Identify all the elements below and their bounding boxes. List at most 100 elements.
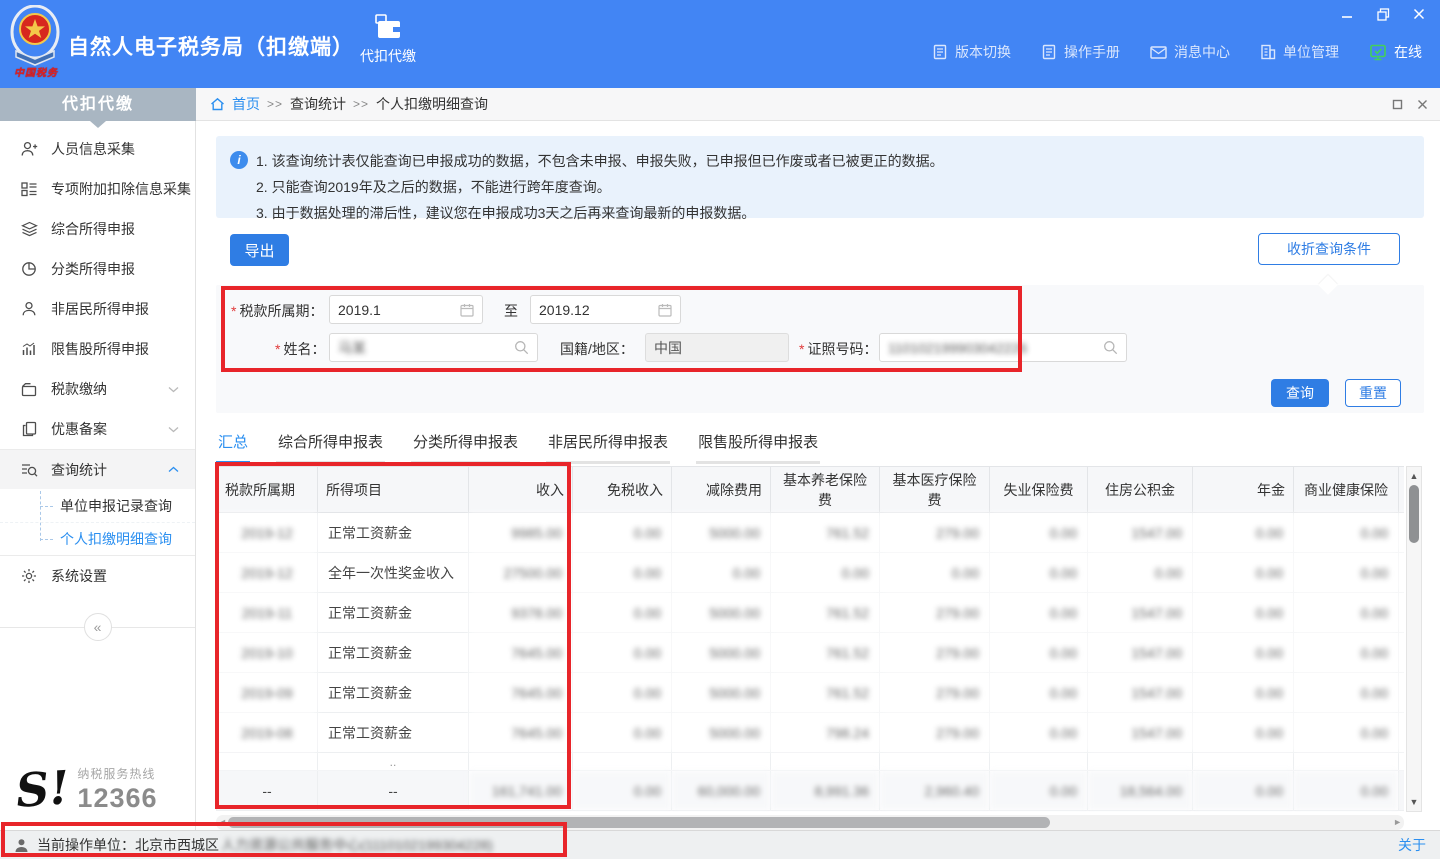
- vertical-scroll-thumb[interactable]: [1409, 485, 1419, 543]
- nationality-input: 中国: [645, 333, 789, 362]
- to-label: 至: [504, 301, 518, 321]
- table-row[interactable]: 2019-11 正常工资薪金 9378.00 0.00 5000.00 761.…: [217, 593, 1405, 633]
- menu-unit-management[interactable]: 单位管理: [1260, 42, 1339, 62]
- person-add-icon: [20, 141, 38, 157]
- table-row[interactable]: 2019-08 正常工资薪金 7645.00 0.00 5000.00 798.…: [217, 713, 1405, 753]
- table-row[interactable]: 2019-10 正常工资薪金 7645.00 0.00 5000.00 761.…: [217, 633, 1405, 673]
- horizontal-scroll-thumb[interactable]: [228, 817, 1050, 828]
- cell-unemployment: 0.00: [990, 633, 1088, 673]
- query-button[interactable]: 查询: [1271, 379, 1329, 407]
- cell-unemployment: 0.00: [990, 673, 1088, 713]
- cell-tax-period: 2019-12: [217, 553, 318, 593]
- online-status[interactable]: 在线: [1369, 42, 1422, 62]
- cell-health-insurance: 0.00: [1294, 513, 1399, 553]
- breadcrumb-level1: 查询统计: [290, 94, 346, 114]
- cell-medical: 279.00: [880, 673, 990, 713]
- tab-summary[interactable]: 汇总: [216, 431, 250, 464]
- nationality-label: 国籍/地区：: [560, 339, 634, 359]
- collapse-query-button[interactable]: 收折查询条件: [1258, 233, 1400, 265]
- table-row[interactable]: 2019-09 正常工资薪金 7645.00 0.00 5000.00 761.…: [217, 673, 1405, 713]
- col-tax-period: 税款所属期: [217, 467, 318, 513]
- notice-box: i 1. 该查询统计表仅能查询已申报成功的数据，不包含未申报、申报失败，已申报但…: [216, 136, 1424, 218]
- submenu-item-unit-declaration-query[interactable]: 单位申报记录查询: [0, 489, 195, 522]
- menu-message-center[interactable]: 消息中心: [1150, 42, 1230, 62]
- sidebar-nav: 人员信息采集 专项附加扣除信息采集 综合所得申报 分类所得申报 非居民所得申报 …: [0, 121, 196, 830]
- col-truncated: 税: [1399, 467, 1405, 513]
- ellipsis-row: ..: [217, 753, 1405, 771]
- sidebar-item-comprehensive-income[interactable]: 综合所得申报: [0, 209, 195, 249]
- hotline-logo: S! 纳税服务热线 12366: [16, 765, 158, 814]
- period-to-input[interactable]: 2019.12: [530, 295, 681, 324]
- cell-income: 27500.00: [469, 553, 573, 593]
- gear-icon: [20, 568, 38, 584]
- top-tab-withholding[interactable]: 代扣代缴: [346, 14, 430, 66]
- menu-manual[interactable]: 操作手册: [1041, 42, 1120, 62]
- sidebar-item-label: 专项附加扣除信息采集: [51, 179, 191, 199]
- export-button[interactable]: 导出: [230, 234, 289, 266]
- top-header: 中国税务 自然人电子税务局（扣缴端） 代扣代缴 版本切换 操作手册 消息中心: [0, 0, 1440, 88]
- submenu-item-label: 单位申报记录查询: [60, 496, 172, 516]
- cell-truncated: [1399, 713, 1405, 753]
- col-deduction: 减除费用: [672, 467, 771, 513]
- sidebar-item-system-settings[interactable]: 系统设置: [0, 556, 195, 596]
- tab-classified-income[interactable]: 分类所得申报表: [411, 431, 520, 464]
- sidebar-item-nonresident-income[interactable]: 非居民所得申报: [0, 289, 195, 329]
- sidebar-item-special-deduction[interactable]: 专项附加扣除信息采集: [0, 169, 195, 209]
- cell-unemployment: 0.00: [990, 513, 1088, 553]
- bar-chart-icon: [20, 341, 38, 357]
- minimize-button[interactable]: [1336, 4, 1358, 24]
- name-input[interactable]: 马某: [329, 333, 538, 362]
- cell-health-insurance: 0.00: [1294, 713, 1399, 753]
- horizontal-scrollbar[interactable]: ◄ ►: [216, 815, 1404, 830]
- col-income-item: 所得项目: [318, 467, 469, 513]
- wallet-icon: [373, 14, 403, 40]
- tab-nonresident-income[interactable]: 非居民所得申报表: [546, 431, 670, 464]
- scroll-up-arrow[interactable]: ▲: [1407, 469, 1421, 483]
- table-row[interactable]: 2019-12 正常工资薪金 9985.00 0.00 5000.00 761.…: [217, 513, 1405, 553]
- cell-tax-free-income: 0.00: [573, 633, 672, 673]
- reset-button[interactable]: 重置: [1345, 379, 1401, 407]
- page-close-icon[interactable]: [1417, 99, 1428, 110]
- period-to-value: 2019.12: [539, 302, 658, 318]
- table-row[interactable]: 2019-12 全年一次性奖金收入 27500.00 0.00 0.00 0.0…: [217, 553, 1405, 593]
- cell-income-item: 正常工资薪金: [318, 593, 469, 633]
- sidebar-item-label: 查询统计: [51, 460, 107, 480]
- cell-deduction: 5000.00: [672, 633, 771, 673]
- sidebar-item-preferential-filing[interactable]: 优惠备案: [0, 409, 195, 449]
- sidebar-item-query-statistics[interactable]: 查询统计: [0, 449, 195, 489]
- tab-comprehensive-income[interactable]: 综合所得申报表: [276, 431, 385, 464]
- report-tabs: 汇总 综合所得申报表 分类所得申报表 非居民所得申报表 限售股所得申报表: [216, 431, 820, 464]
- sidebar-item-classified-income[interactable]: 分类所得申报: [0, 249, 195, 289]
- notice-line-1: 1. 该查询统计表仅能查询已申报成功的数据，不包含未申报、申报失败，已申报但已作…: [256, 148, 1408, 174]
- sidebar-collapse-button[interactable]: «: [84, 613, 112, 641]
- period-from-input[interactable]: 2019.1: [329, 295, 483, 324]
- cell-housing-fund: 1547.00: [1088, 713, 1193, 753]
- cell-deduction: 5000.00: [672, 713, 771, 753]
- page-maximize-icon[interactable]: [1392, 99, 1403, 110]
- summary-unemployment: 0.00: [990, 771, 1088, 811]
- breadcrumb-level2: 个人扣缴明细查询: [376, 94, 488, 114]
- menu-message-center-label: 消息中心: [1174, 42, 1230, 62]
- id-number-input[interactable]: 110102199903042226: [879, 333, 1127, 362]
- breadcrumb-separator: >>: [267, 97, 283, 111]
- scroll-down-arrow[interactable]: ▼: [1407, 795, 1421, 809]
- submenu-item-personal-withholding-query[interactable]: 个人扣缴明细查询: [0, 522, 195, 555]
- sidebar-item-personnel-info[interactable]: 人员信息采集: [0, 129, 195, 169]
- scroll-left-arrow[interactable]: ◄: [218, 815, 227, 830]
- vertical-scrollbar[interactable]: ▲ ▼: [1406, 466, 1422, 812]
- restore-button[interactable]: [1372, 4, 1394, 24]
- sidebar-item-restricted-stock[interactable]: 限售股所得申报: [0, 329, 195, 369]
- sidebar-item-tax-payment[interactable]: 税款缴纳: [0, 369, 195, 409]
- hotline-number: 12366: [77, 783, 157, 813]
- cell-medical: 0.00: [880, 553, 990, 593]
- scroll-right-arrow[interactable]: ►: [1393, 815, 1402, 830]
- tab-restricted-stock[interactable]: 限售股所得申报表: [696, 431, 820, 464]
- close-button[interactable]: [1408, 4, 1430, 24]
- breadcrumb: 首页 >> 查询统计 >> 个人扣缴明细查询: [196, 88, 1440, 121]
- menu-version-switch[interactable]: 版本切换: [932, 42, 1011, 62]
- breadcrumb-home[interactable]: 首页: [232, 94, 260, 114]
- cell-income-item: 全年一次性奖金收入: [318, 553, 469, 593]
- about-link[interactable]: 关于: [1398, 835, 1426, 855]
- national-emblem-icon: [10, 5, 60, 67]
- cell-pension: 761.52: [771, 593, 880, 633]
